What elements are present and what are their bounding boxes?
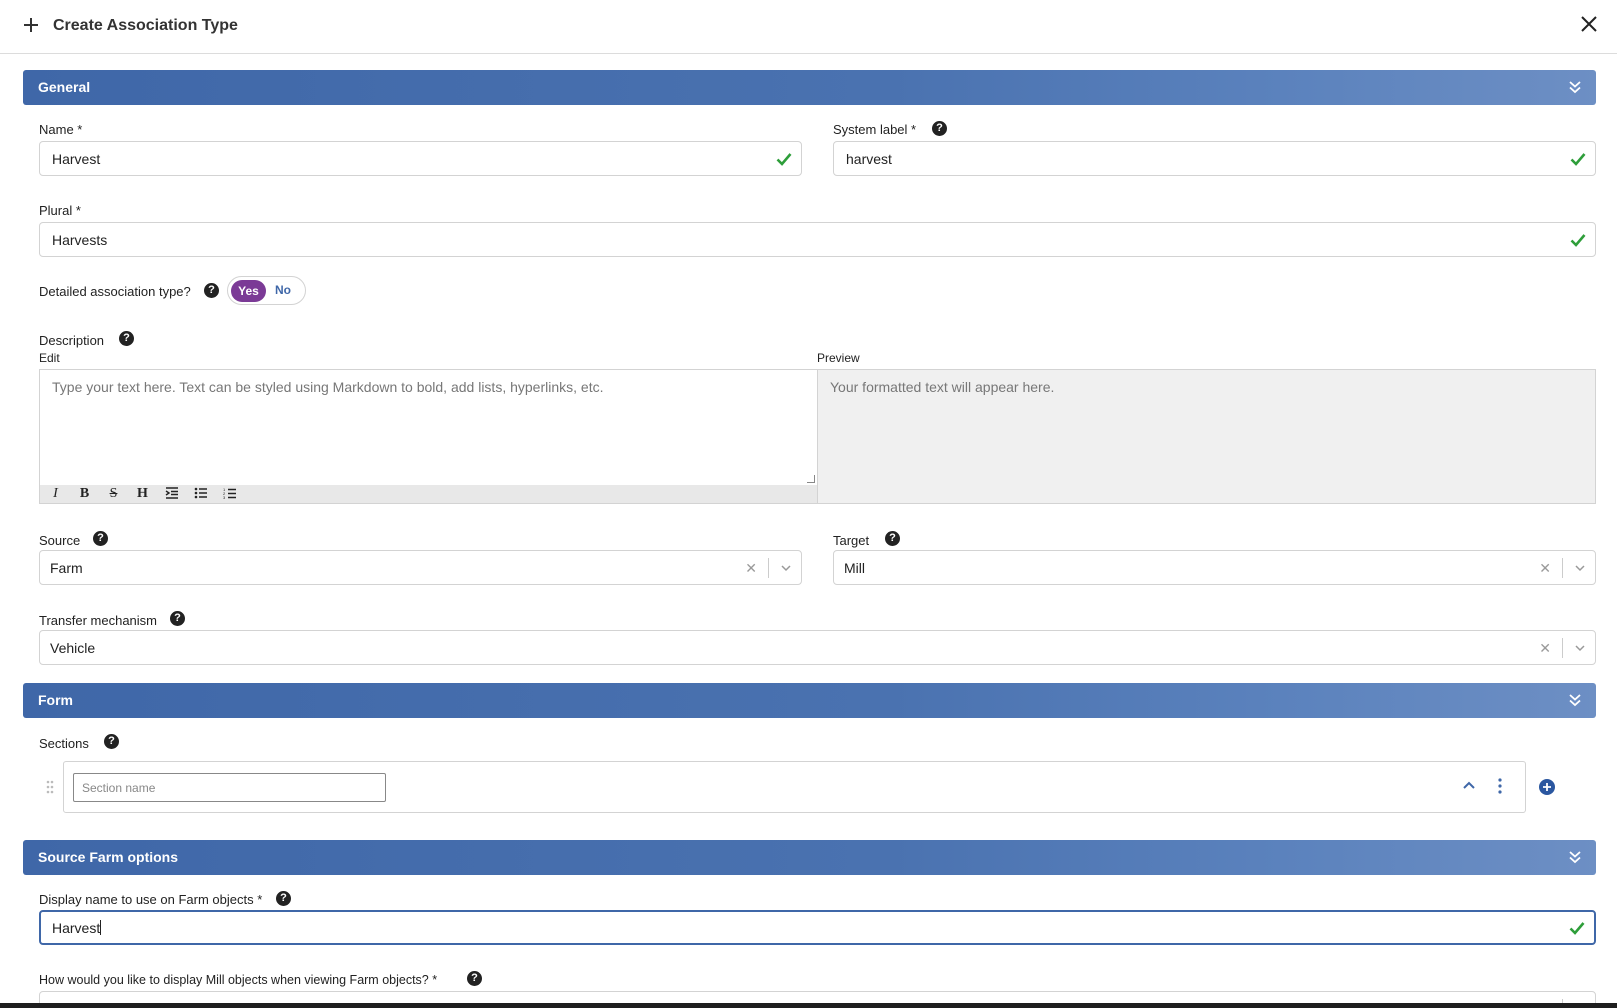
plural-value: Harvests	[52, 232, 108, 248]
chevron-double-down-icon	[1569, 851, 1581, 864]
target-help-icon[interactable]: ?	[885, 531, 900, 546]
toggle-yes-option[interactable]: Yes	[231, 280, 266, 302]
display-mode-select[interactable]	[39, 991, 1596, 1003]
select-divider	[1562, 638, 1563, 658]
italic-icon[interactable]: I	[46, 486, 65, 502]
valid-check-icon	[1569, 922, 1585, 935]
transfer-mechanism-value: Vehicle	[50, 640, 96, 656]
general-section-title: General	[38, 79, 91, 95]
chevron-double-down-icon	[1569, 694, 1581, 707]
chevron-up-icon[interactable]	[1461, 778, 1477, 792]
system-label-help-icon[interactable]: ?	[932, 121, 947, 136]
description-editor[interactable]: Type your text here. Text can be styled …	[39, 369, 818, 504]
description-label: Description	[39, 333, 105, 348]
toggle-no-option[interactable]: No	[275, 283, 291, 297]
preview-tab-label: Preview	[817, 351, 860, 365]
general-section-header[interactable]: General	[23, 70, 1596, 105]
source-options-section-header[interactable]: Source Farm options	[23, 840, 1596, 875]
drag-handle-icon[interactable]	[45, 780, 55, 794]
sections-help-icon[interactable]: ?	[104, 734, 119, 749]
section-card: Section name	[63, 761, 1526, 813]
chevron-down-icon[interactable]	[780, 562, 792, 574]
transfer-mechanism-help-icon[interactable]: ?	[170, 611, 185, 626]
strikethrough-icon[interactable]: S	[104, 486, 123, 502]
add-section-icon[interactable]	[1538, 778, 1556, 796]
markdown-toolbar: I B S H 123	[40, 485, 817, 503]
numbered-list-icon[interactable]: 123	[220, 487, 239, 502]
name-value: Harvest	[52, 151, 101, 167]
svg-text:3: 3	[223, 495, 226, 499]
dialog-title: Create Association Type	[53, 17, 238, 34]
detailed-association-label: Detailed association type?	[39, 284, 191, 299]
create-association-type-dialog: Create Association Type General Name * H…	[0, 0, 1617, 1003]
plus-icon	[20, 14, 42, 36]
name-label: Name *	[39, 122, 83, 137]
clear-icon[interactable]: ✕	[1539, 640, 1551, 657]
select-divider	[768, 558, 769, 578]
bullet-list-icon[interactable]	[191, 487, 210, 502]
form-section-title: Form	[38, 692, 73, 708]
chevron-down-icon[interactable]	[1574, 562, 1586, 574]
display-name-help-icon[interactable]: ?	[276, 891, 291, 906]
system-label-value: harvest	[846, 151, 892, 167]
name-input[interactable]: Harvest	[39, 141, 802, 176]
section-name-placeholder: Section name	[82, 781, 156, 795]
section-name-input[interactable]: Section name	[73, 773, 386, 802]
source-value: Farm	[50, 560, 83, 576]
valid-check-icon	[1570, 153, 1586, 166]
display-mode-label: How would you like to display Mill objec…	[39, 973, 438, 987]
indent-icon[interactable]	[162, 486, 181, 502]
valid-check-icon	[1570, 234, 1586, 247]
target-label: Target	[833, 533, 870, 548]
description-preview: Your formatted text will appear here.	[817, 369, 1596, 504]
plural-input[interactable]: Harvests	[39, 222, 1596, 257]
transfer-mechanism-select[interactable]: Vehicle ✕	[39, 630, 1596, 665]
display-name-input[interactable]: Harvest	[39, 910, 1596, 945]
more-options-icon[interactable]	[1495, 777, 1505, 795]
dialog-header: Create Association Type	[0, 0, 1617, 54]
system-label-input[interactable]: harvest	[833, 141, 1596, 176]
chevron-double-down-icon	[1569, 81, 1581, 94]
select-divider	[1562, 558, 1563, 578]
target-select[interactable]: Mill ✕	[833, 550, 1596, 585]
target-value: Mill	[844, 560, 865, 576]
chevron-down-icon[interactable]	[1574, 642, 1586, 654]
detailed-association-help-icon[interactable]: ?	[204, 283, 219, 298]
bold-icon[interactable]: B	[75, 486, 94, 502]
sections-label: Sections	[39, 736, 89, 751]
description-placeholder: Type your text here. Text can be styled …	[52, 379, 604, 395]
source-select[interactable]: Farm ✕	[39, 550, 802, 585]
clear-icon[interactable]: ✕	[745, 560, 757, 577]
source-options-section-title: Source Farm options	[38, 849, 179, 865]
heading-icon[interactable]: H	[133, 486, 152, 502]
source-help-icon[interactable]: ?	[93, 531, 108, 546]
form-section-header[interactable]: Form	[23, 683, 1596, 718]
display-mode-help-icon[interactable]: ?	[467, 971, 482, 986]
clear-icon[interactable]: ✕	[1539, 560, 1551, 577]
edit-tab-label: Edit	[39, 351, 60, 365]
valid-check-icon	[776, 153, 792, 166]
close-icon[interactable]	[1578, 13, 1600, 35]
description-help-icon[interactable]: ?	[119, 331, 134, 346]
display-name-value: Harvest	[52, 920, 102, 936]
transfer-mechanism-label: Transfer mechanism	[39, 613, 157, 628]
select-divider	[1562, 999, 1563, 1003]
source-label: Source	[39, 533, 81, 548]
detailed-association-toggle: Yes No	[227, 276, 306, 305]
preview-placeholder: Your formatted text will appear here.	[830, 379, 1055, 395]
system-label-label: System label *	[833, 122, 917, 137]
display-name-label: Display name to use on Farm objects *	[39, 892, 263, 907]
plural-label: Plural *	[39, 203, 81, 218]
resize-handle[interactable]	[807, 475, 815, 483]
